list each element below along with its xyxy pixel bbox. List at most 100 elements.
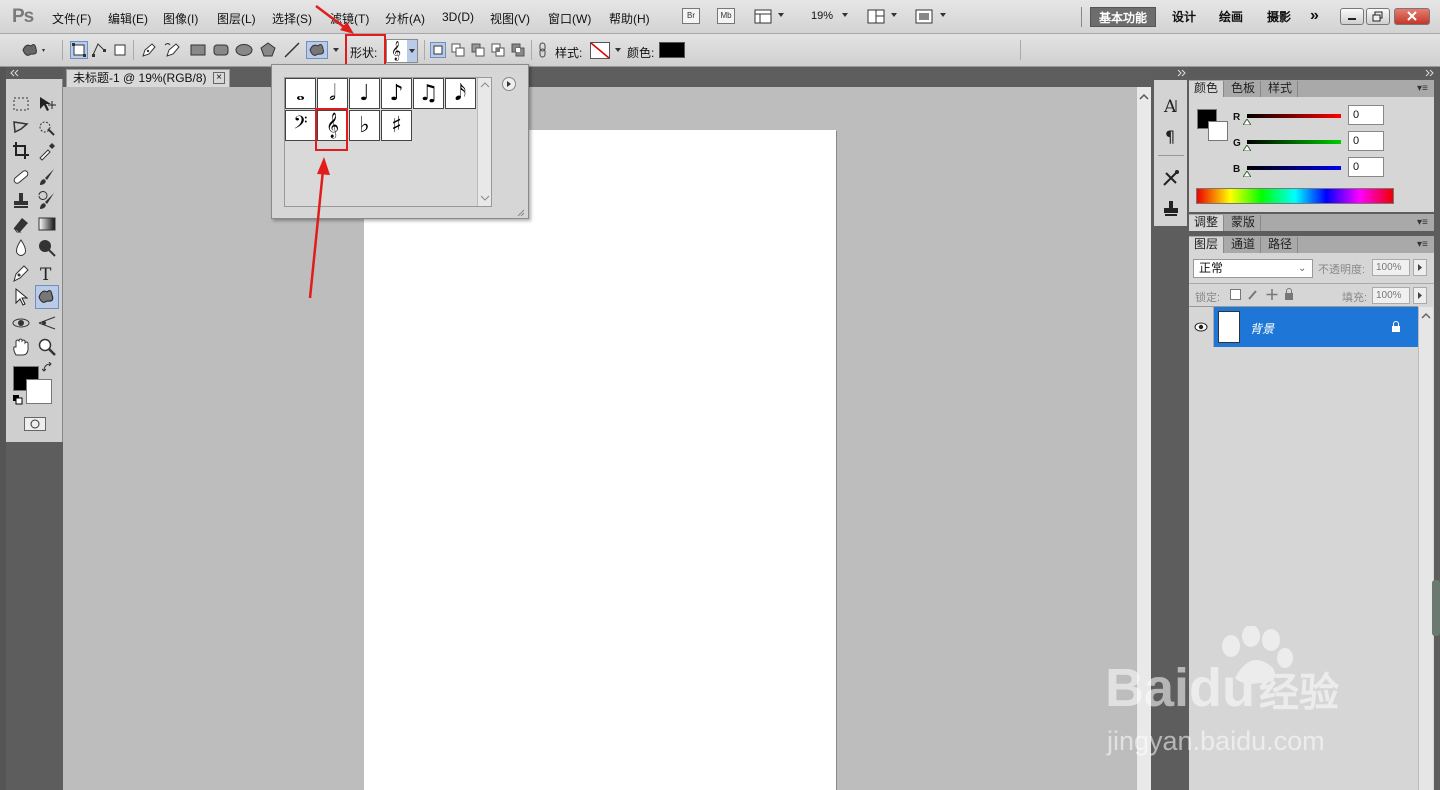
paragraph-panel-icon[interactable]: ¶: [1160, 124, 1182, 146]
polygon-tool-icon[interactable]: [259, 41, 277, 59]
minibridge-button[interactable]: Mb: [717, 8, 735, 24]
restore-icon[interactable]: [1366, 8, 1390, 25]
tool-preset-icon[interactable]: [20, 41, 45, 59]
zoom-tool-icon[interactable]: [36, 336, 58, 358]
shape-picker-menu-icon[interactable]: [502, 77, 516, 91]
tab-styles[interactable]: 样式: [1263, 81, 1299, 97]
minimize-icon[interactable]: [1340, 8, 1364, 25]
tab-color[interactable]: 颜色: [1189, 81, 1225, 97]
dodge-tool-icon[interactable]: [36, 237, 58, 259]
document-tab[interactable]: 未标题-1 @ 19%(RGB/8) ×: [66, 69, 230, 87]
blue-slider-thumb-icon[interactable]: [1243, 171, 1251, 177]
workspace-painting[interactable]: 绘画: [1211, 7, 1251, 27]
gradient-tool-icon[interactable]: [36, 213, 58, 235]
color-panel-background-swatch[interactable]: [1208, 121, 1228, 141]
color-panel-menu-icon[interactable]: ▾≡: [1417, 83, 1428, 94]
style-dropdown-icon[interactable]: [615, 48, 621, 52]
layer-thumbnail[interactable]: [1218, 311, 1240, 343]
rounded-rectangle-icon[interactable]: [212, 41, 230, 59]
clone-stamp-icon[interactable]: [10, 190, 32, 212]
menu-layer[interactable]: 图层(L): [217, 10, 256, 27]
character-panel-icon[interactable]: A: [1160, 94, 1182, 116]
style-none-swatch[interactable]: [590, 42, 610, 59]
tab-channels[interactable]: 通道: [1226, 237, 1262, 253]
marquee-tool-icon[interactable]: [10, 93, 32, 115]
red-value-field[interactable]: 0: [1348, 105, 1384, 125]
zoom-dropdown-icon[interactable]: [842, 13, 848, 17]
brush-presets-icon[interactable]: [1160, 167, 1182, 189]
blue-slider[interactable]: [1247, 166, 1341, 170]
pen-tool-icon[interactable]: [140, 41, 158, 59]
opacity-stepper-icon[interactable]: [1413, 259, 1427, 276]
quick-selection-icon[interactable]: [36, 117, 58, 139]
quick-mask-icon[interactable]: [24, 417, 46, 431]
new-layer-mode-icon[interactable]: [430, 42, 446, 58]
lasso-tool-icon[interactable]: [10, 117, 32, 139]
rectangle-tool-icon[interactable]: [189, 41, 207, 59]
tab-swatches[interactable]: 色板: [1226, 81, 1262, 97]
default-colors-icon[interactable]: [13, 395, 23, 405]
green-value-field[interactable]: 0: [1348, 131, 1384, 151]
resize-grip-icon[interactable]: [516, 208, 525, 217]
layers-scrollbar[interactable]: [1418, 307, 1433, 790]
extras-dropdown-icon[interactable]: [778, 13, 784, 17]
menu-3d[interactable]: 3D(D): [442, 10, 474, 24]
type-tool-icon[interactable]: T: [36, 262, 58, 284]
custom-shape-tool-icon[interactable]: [35, 285, 59, 309]
add-to-shape-icon[interactable]: [450, 42, 466, 58]
eyedropper-icon[interactable]: [36, 140, 58, 162]
link-icon[interactable]: [537, 42, 549, 58]
screen-mode-icon[interactable]: [915, 9, 933, 24]
shape-layers-icon[interactable]: [70, 41, 88, 59]
menu-view[interactable]: 视图(V): [490, 10, 530, 27]
swap-colors-icon[interactable]: [42, 362, 54, 374]
menu-file[interactable]: 文件(F): [52, 10, 91, 27]
path-selection-icon[interactable]: [10, 286, 32, 308]
tab-adjustments[interactable]: 调整: [1189, 215, 1225, 231]
paths-icon[interactable]: [90, 41, 108, 59]
tab-paths[interactable]: 路径: [1263, 237, 1299, 253]
dock-header[interactable]: [1152, 67, 1188, 79]
document-canvas[interactable]: [364, 130, 836, 790]
shape-picker-scrollbar[interactable]: [477, 78, 491, 206]
menu-edit[interactable]: 编辑(E): [108, 10, 148, 27]
green-slider[interactable]: [1247, 140, 1341, 144]
arrange-dropdown-icon[interactable]: [891, 13, 897, 17]
shape-cell-sixteenth-note[interactable]: 𝅘𝅥𝅯: [445, 78, 476, 109]
move-tool-icon[interactable]: [36, 93, 58, 115]
workspace-photography[interactable]: 摄影: [1259, 7, 1299, 27]
brush-tool-icon[interactable]: [36, 166, 58, 188]
shape-picker-dropdown-icon[interactable]: [409, 49, 415, 53]
arrange-documents-icon[interactable]: [867, 9, 885, 24]
layers-menu-icon[interactable]: ▾≡: [1417, 239, 1428, 250]
blend-mode-select[interactable]: 正常 ⌄: [1193, 259, 1313, 278]
menu-help[interactable]: 帮助(H): [609, 10, 650, 27]
exclude-shape-icon[interactable]: [510, 42, 526, 58]
more-workspaces-icon[interactable]: »: [1302, 7, 1327, 27]
side-widget-handle[interactable]: [1432, 580, 1440, 636]
bridge-button[interactable]: Br: [682, 8, 700, 24]
right-panel-header[interactable]: [1188, 67, 1440, 79]
shape-cell-beamed-eighth-notes[interactable]: ♫: [413, 78, 444, 109]
menu-analysis[interactable]: 分析(A): [385, 10, 425, 27]
layer-visibility-toggle[interactable]: [1190, 307, 1214, 347]
layer-row-background[interactable]: [1214, 307, 1418, 347]
fill-field[interactable]: 100%: [1372, 287, 1410, 304]
fill-pixels-icon[interactable]: [111, 41, 129, 59]
freeform-pen-icon[interactable]: [164, 41, 182, 59]
3d-rotate-icon[interactable]: [10, 312, 32, 334]
pen-tool-icon[interactable]: [10, 262, 32, 284]
menu-window[interactable]: 窗口(W): [548, 10, 591, 27]
color-spectrum-bar[interactable]: [1196, 188, 1394, 204]
tab-layers[interactable]: 图层: [1189, 237, 1225, 253]
extras-icon[interactable]: [754, 9, 772, 24]
toolbox-header[interactable]: [6, 67, 63, 79]
blur-tool-icon[interactable]: [10, 237, 32, 259]
blue-value-field[interactable]: 0: [1348, 157, 1384, 177]
tab-masks[interactable]: 蒙版: [1226, 215, 1262, 231]
ellipse-tool-icon[interactable]: [235, 41, 253, 59]
screen-mode-dropdown-icon[interactable]: [940, 13, 946, 17]
eraser-tool-icon[interactable]: [10, 213, 32, 235]
menu-image[interactable]: 图像(I): [163, 10, 198, 27]
shape-color-swatch[interactable]: [659, 42, 685, 58]
